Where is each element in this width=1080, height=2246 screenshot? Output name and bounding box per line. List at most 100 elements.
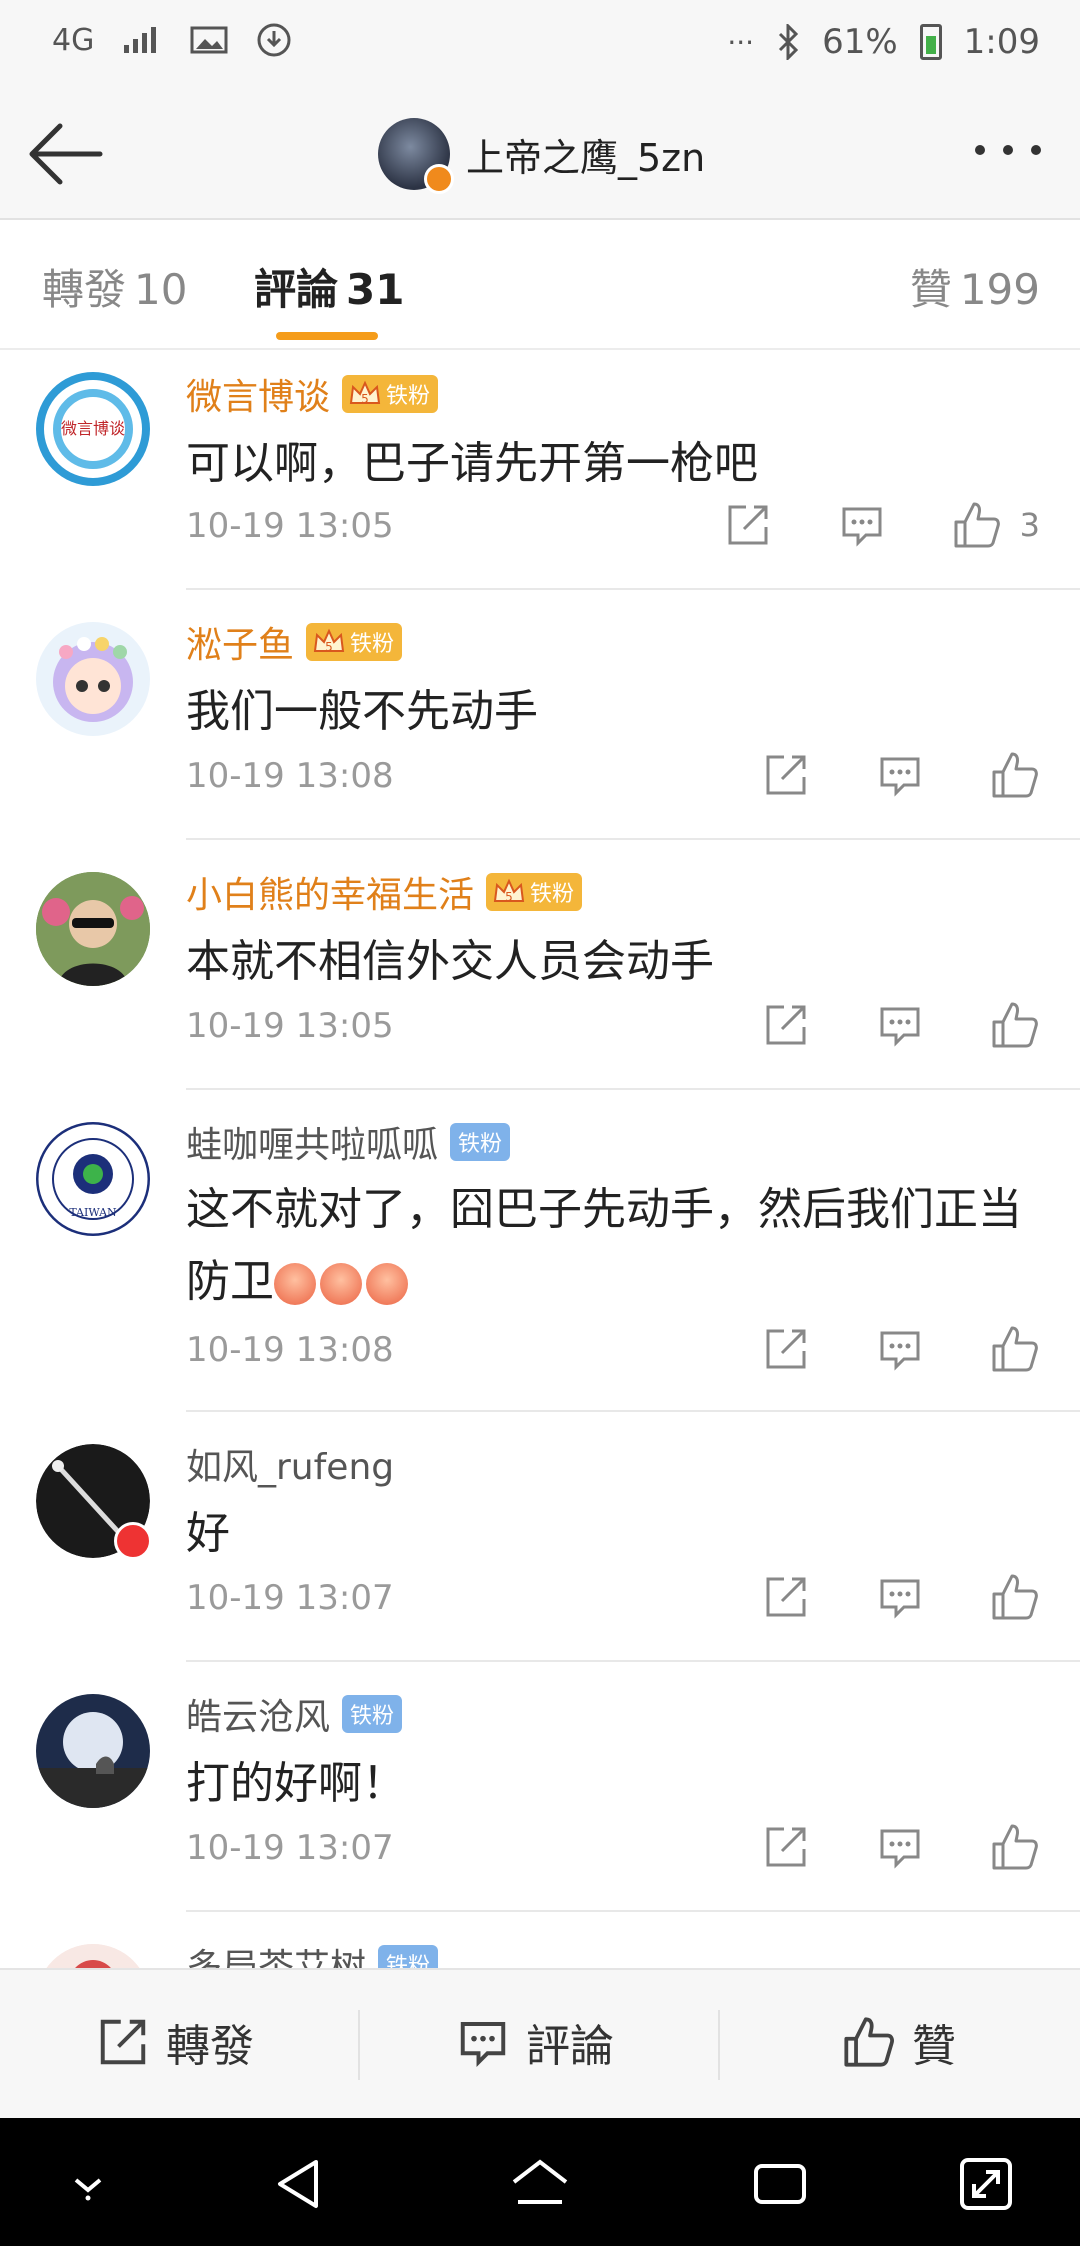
user-badge-icon [114, 1522, 152, 1560]
recents-icon [754, 2164, 806, 2204]
avatar[interactable] [36, 622, 150, 736]
comment-item: 淞子鱼 5 铁粉 我们一般不先动手 10-19 13:08 [0, 590, 1080, 840]
bottom-action-bar: 轉發 評論 贊 [0, 1968, 1080, 2120]
tab-likes[interactable]: 贊 199 [910, 256, 1040, 317]
comment-icon [842, 507, 882, 547]
comment-list[interactable]: 微言博谈 微言博谈 5 铁粉 可以啊，巴子请先开第一枪吧 10-19 13:05 … [0, 350, 1080, 1968]
tab-repost[interactable]: 轉發 10 [42, 256, 187, 317]
hide-nav-button[interactable] [56, 2152, 120, 2216]
fan-badge[interactable]: 铁粉 [450, 1123, 511, 1161]
author-name: 皓云沧风 [186, 1697, 331, 1738]
avatar[interactable] [36, 872, 150, 986]
like-button[interactable] [990, 1000, 1040, 1050]
more-dots-icon [975, 145, 1041, 155]
back-nav-button[interactable] [268, 2152, 332, 2216]
reply-button[interactable] [876, 1001, 924, 1049]
comment-time: 10-19 13:05 [186, 1006, 394, 1046]
repost-button[interactable]: 轉發 [96, 2010, 254, 2074]
comment-icon [460, 2022, 506, 2068]
reply-button[interactable] [876, 1325, 924, 1373]
share-button[interactable] [762, 1325, 810, 1373]
comment-text: 我们一般不先动手 [186, 686, 538, 737]
thumbs-up-icon [992, 1326, 1038, 1372]
reply-button[interactable] [876, 751, 924, 799]
home-nav-button[interactable] [508, 2152, 572, 2216]
tab-comments[interactable]: 評論 31 [254, 256, 404, 317]
comment-icon [880, 757, 920, 797]
comment-actions [762, 1000, 1040, 1050]
comment-author[interactable]: 如风_rufeng [186, 1438, 394, 1490]
like-button[interactable]: 贊 [842, 2010, 956, 2074]
comment-author[interactable]: 淞子鱼 5 铁粉 [186, 616, 403, 668]
comment-button[interactable]: 評論 [456, 2010, 614, 2074]
share-icon [766, 1005, 806, 1045]
share-button[interactable] [762, 1001, 810, 1049]
comment-time: 10-19 13:08 [186, 1330, 394, 1370]
thumbs-up-icon [992, 1002, 1038, 1048]
gallery-icon [190, 25, 228, 55]
laughing-emoji-icon [274, 1263, 316, 1305]
comment-label: 評論 [526, 2021, 614, 2072]
fan-badge[interactable]: 铁粉 [378, 1945, 439, 1968]
reply-button[interactable] [876, 1823, 924, 1871]
like-button[interactable] [952, 500, 1002, 550]
laughing-emoji-icon [366, 1263, 408, 1305]
comment-author[interactable]: 小白熊的幸福生活 5 铁粉 [186, 866, 583, 918]
comment-author[interactable]: 蛙咖喱共啦呱呱 铁粉 [186, 1116, 511, 1168]
comment-author[interactable]: 微言博谈 5 铁粉 [186, 368, 439, 420]
reply-button[interactable] [838, 501, 886, 549]
divider [718, 2010, 720, 2080]
badge-label: 铁粉 [350, 632, 395, 657]
comment-icon [880, 1829, 920, 1869]
comment-time: 10-19 13:07 [186, 1578, 394, 1618]
status-bar: 4G ··· 61% 1:09 [0, 0, 1080, 90]
fan-badge[interactable]: 5 铁粉 [486, 873, 583, 911]
like-button[interactable] [990, 1572, 1040, 1622]
reply-button[interactable] [876, 1573, 924, 1621]
comment-author[interactable]: 多局茶艾树 铁粉 [186, 1938, 439, 1968]
share-icon [766, 1329, 806, 1369]
author-header[interactable]: 上帝之鹰_5zn [378, 118, 705, 194]
author-name: 小白熊的幸福生活 [186, 875, 475, 916]
svg-text:5: 5 [361, 392, 369, 406]
fan-badge[interactable]: 5 铁粉 [306, 623, 403, 661]
share-icon [766, 1827, 806, 1867]
share-button[interactable] [762, 751, 810, 799]
share-button[interactable] [724, 501, 772, 549]
clock: 1:09 [963, 22, 1040, 62]
thumbs-up-icon [992, 1574, 1038, 1620]
thumbs-up-icon [844, 2017, 894, 2067]
like-button[interactable] [990, 1822, 1040, 1872]
avatar[interactable]: TAIWAN [36, 1122, 150, 1236]
comment-author[interactable]: 皓云沧风 铁粉 [186, 1688, 403, 1740]
share-icon [766, 755, 806, 795]
more-options-button[interactable] [968, 130, 1048, 170]
avatar[interactable] [36, 1444, 152, 1560]
recents-nav-button[interactable] [748, 2152, 812, 2216]
like-button[interactable] [990, 750, 1040, 800]
fan-badge[interactable]: 5 铁粉 [342, 375, 439, 413]
badge-label: 铁粉 [350, 1704, 395, 1729]
avatar[interactable]: 微言博谈 [36, 372, 150, 486]
author-avatar[interactable] [378, 118, 454, 194]
share-button[interactable] [762, 1573, 810, 1621]
system-navigation-bar [0, 2118, 1080, 2246]
avatar[interactable] [36, 1944, 150, 1968]
share-button[interactable] [762, 1823, 810, 1871]
back-button[interactable] [24, 114, 108, 194]
network-indicator: 4G [52, 22, 95, 58]
tab-label: 轉發 [42, 265, 127, 314]
like-button[interactable] [990, 1324, 1040, 1374]
bluetooth-icon [776, 24, 800, 60]
fan-badge[interactable]: 铁粉 [342, 1695, 403, 1733]
avatar[interactable] [36, 1694, 150, 1808]
repost-label: 轉發 [166, 2021, 254, 2072]
svg-text:5: 5 [505, 890, 513, 904]
chevron-down-icon [74, 2178, 102, 2201]
top-bar: 上帝之鹰_5zn [0, 90, 1080, 220]
back-triangle-icon [278, 2160, 318, 2208]
back-arrow-icon [29, 123, 103, 185]
resize-nav-button[interactable] [954, 2152, 1018, 2216]
comment-actions [762, 1572, 1040, 1622]
comment-icon [880, 1579, 920, 1619]
